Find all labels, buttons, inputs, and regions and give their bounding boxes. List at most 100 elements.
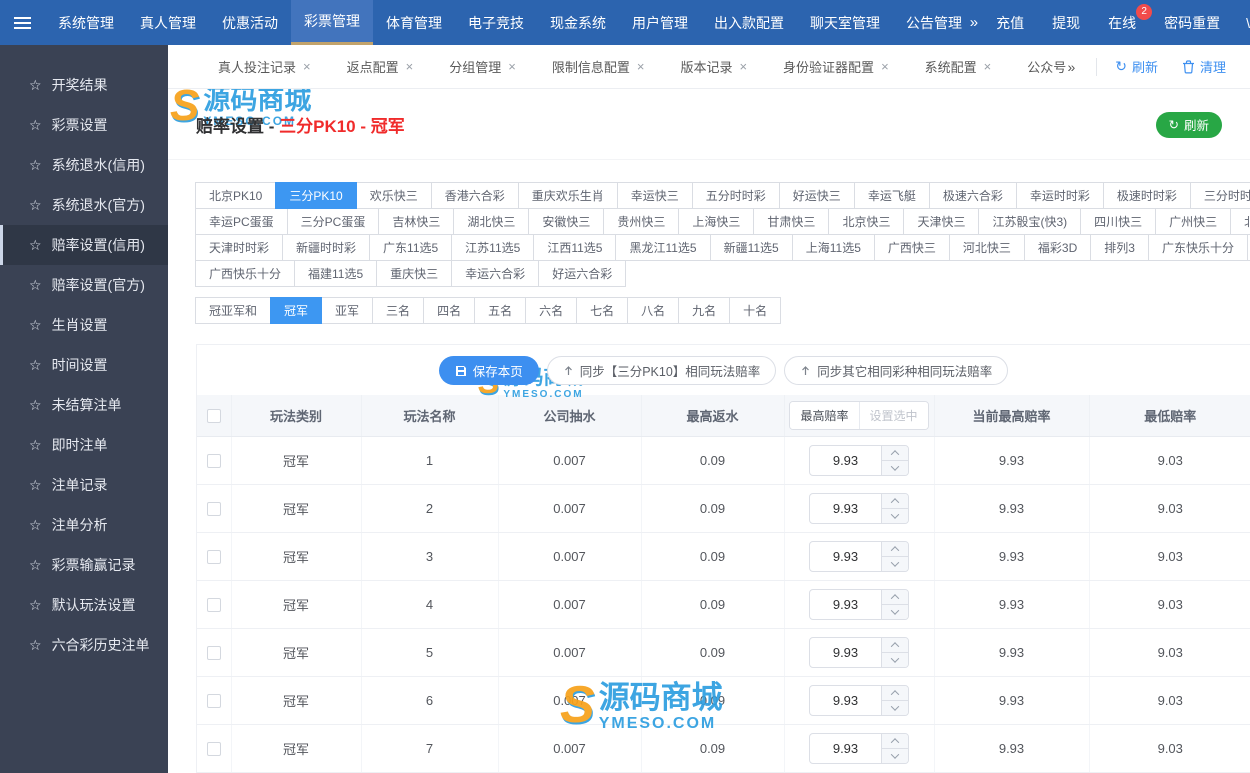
set-selected-button[interactable]: 设置选中: [858, 401, 928, 429]
sidebar-item[interactable]: ☆ 未结算注单: [0, 385, 168, 425]
lottery-tab[interactable]: 北京快三: [828, 208, 905, 235]
topnav-item[interactable]: 聊天室管理: [797, 0, 893, 45]
lottery-tab[interactable]: 广州快三: [1155, 208, 1232, 235]
sidebar-item[interactable]: ☆ 赔率设置(官方): [0, 265, 168, 305]
decrement-button[interactable]: [881, 747, 908, 763]
odds-input[interactable]: [810, 493, 881, 523]
open-tab[interactable]: 版本记录 ×: [680, 57, 747, 76]
sidebar-item[interactable]: ☆ 时间设置: [0, 345, 168, 385]
lottery-tab[interactable]: 香港六合彩: [430, 182, 519, 209]
sync-same-lottery-button[interactable]: 同步【三分PK10】相同玩法赔率: [546, 356, 777, 385]
lottery-tab[interactable]: 三分PK10: [275, 182, 357, 209]
position-tab[interactable]: 亚军: [321, 297, 374, 324]
row-checkbox[interactable]: [206, 597, 221, 612]
close-icon[interactable]: ×: [637, 59, 645, 74]
topnav-item[interactable]: 出入款配置: [701, 0, 797, 45]
lottery-tab[interactable]: 新疆11选5: [709, 234, 793, 261]
lottery-tab[interactable]: 好运快三: [778, 182, 855, 209]
increment-button[interactable]: [881, 733, 908, 748]
lottery-tab[interactable]: 江苏11选5: [451, 234, 535, 261]
lottery-tab[interactable]: 江西11选5: [533, 234, 617, 261]
lottery-tab[interactable]: 好运六合彩: [538, 260, 627, 287]
decrement-button[interactable]: [881, 651, 908, 667]
position-tab[interactable]: 八名: [627, 297, 680, 324]
topnav-overflow-icon[interactable]: »: [966, 0, 982, 45]
decrement-button[interactable]: [881, 555, 908, 571]
lottery-tab[interactable]: 北京PK10: [195, 182, 277, 209]
row-checkbox[interactable]: [206, 549, 221, 564]
odds-input[interactable]: [810, 445, 881, 475]
topnav-item[interactable]: 彩票管理: [291, 0, 373, 45]
lottery-tab[interactable]: 吉林快三: [378, 208, 455, 235]
topnav-item[interactable]: 真人管理: [127, 0, 209, 45]
position-tab[interactable]: 四名: [423, 297, 476, 324]
save-page-button[interactable]: 保存本页: [438, 356, 539, 385]
lottery-tab[interactable]: 幸运六合彩: [451, 260, 540, 287]
lottery-tab[interactable]: 广西快乐十分: [195, 260, 296, 287]
lottery-tab[interactable]: 排列3: [1090, 234, 1149, 261]
open-tab[interactable]: 限制信息配置 ×: [552, 57, 645, 76]
row-checkbox[interactable]: [206, 453, 221, 468]
close-icon[interactable]: ×: [406, 59, 414, 74]
increment-button[interactable]: [881, 493, 908, 508]
sidebar-item[interactable]: ☆ 六合彩历史注单: [0, 625, 168, 665]
increment-button[interactable]: [881, 589, 908, 604]
sidebar-item[interactable]: ☆ 注单分析: [0, 505, 168, 545]
topnav-item[interactable]: 公告管理: [893, 0, 966, 45]
select-all-checkbox[interactable]: [206, 409, 221, 424]
lottery-tab[interactable]: 幸运快三: [616, 182, 693, 209]
open-tab[interactable]: 身份验证器配置 ×: [783, 57, 889, 76]
lottery-tab[interactable]: 三分时时彩: [1189, 182, 1250, 209]
position-tab[interactable]: 冠亚军和: [195, 297, 272, 324]
decrement-button[interactable]: [881, 699, 908, 715]
lottery-tab[interactable]: 极速时时彩: [1102, 182, 1191, 209]
lottery-tab[interactable]: 新疆时时彩: [282, 234, 371, 261]
lottery-tab[interactable]: 四川快三: [1080, 208, 1157, 235]
lottery-tab[interactable]: 江苏骰宝(快3): [978, 208, 1082, 235]
sidebar-item[interactable]: ☆ 系统退水(信用): [0, 145, 168, 185]
menu-toggle-button[interactable]: [0, 0, 45, 45]
sidebar-item[interactable]: ☆ 彩票设置: [0, 105, 168, 145]
close-icon[interactable]: ×: [984, 59, 992, 74]
lottery-tab[interactable]: 广东快乐十分: [1147, 234, 1248, 261]
position-tab[interactable]: 冠军: [270, 297, 323, 324]
lottery-tab[interactable]: 北京快乐8: [1230, 208, 1250, 235]
lottery-tab[interactable]: 湖北快三: [453, 208, 530, 235]
lottery-tab[interactable]: 三分PC蛋蛋: [286, 208, 380, 235]
topnav-item[interactable]: 电子竞技: [455, 0, 537, 45]
max-odds-button[interactable]: 最高赔率: [790, 401, 859, 429]
topnav-action[interactable]: 提现: [1038, 0, 1094, 45]
sidebar-item[interactable]: ☆ 即时注单: [0, 425, 168, 465]
open-tab[interactable]: 真人投注记录 ×: [218, 57, 311, 76]
lottery-tab[interactable]: 安徽快三: [528, 208, 605, 235]
lottery-tab[interactable]: 黑龙江11选5: [615, 234, 711, 261]
sidebar-item[interactable]: ☆ 注单记录: [0, 465, 168, 505]
open-tab[interactable]: 返点配置 ×: [347, 57, 414, 76]
position-tab[interactable]: 三名: [372, 297, 425, 324]
lottery-tab[interactable]: 广西快三: [873, 234, 950, 261]
lottery-tab[interactable]: 极速六合彩: [928, 182, 1017, 209]
sidebar-item[interactable]: ☆ 赔率设置(信用): [0, 225, 168, 265]
sidebar-item[interactable]: ☆ 彩票输赢记录: [0, 545, 168, 585]
close-icon[interactable]: ×: [739, 59, 747, 74]
row-checkbox[interactable]: [206, 645, 221, 660]
lottery-tab[interactable]: 河北快三: [948, 234, 1025, 261]
increment-button[interactable]: [881, 637, 908, 652]
sidebar-item[interactable]: ☆ 开奖结果: [0, 65, 168, 105]
lottery-tab[interactable]: 幸运飞艇: [853, 182, 930, 209]
lottery-tab[interactable]: 福建11选5: [294, 260, 378, 287]
tabs-clear-button[interactable]: 清理: [1182, 57, 1226, 76]
refresh-button[interactable]: ↻ 刷新: [1155, 111, 1222, 138]
topnav-item[interactable]: 系统管理: [45, 0, 127, 45]
odds-input[interactable]: [810, 637, 881, 667]
lottery-tab[interactable]: 贵州快三: [603, 208, 680, 235]
decrement-button[interactable]: [881, 507, 908, 523]
lottery-tab[interactable]: 幸运PC蛋蛋: [195, 208, 288, 235]
increment-button[interactable]: [881, 541, 908, 556]
topnav-action[interactable]: 密码重置: [1150, 0, 1234, 45]
close-icon[interactable]: ×: [303, 59, 311, 74]
open-tab[interactable]: 公众号配置×: [1027, 57, 1065, 76]
lottery-tab[interactable]: 天津时时彩: [195, 234, 284, 261]
lottery-tab[interactable]: 广东11选5: [369, 234, 453, 261]
lottery-tab[interactable]: 幸运时时彩: [1015, 182, 1104, 209]
